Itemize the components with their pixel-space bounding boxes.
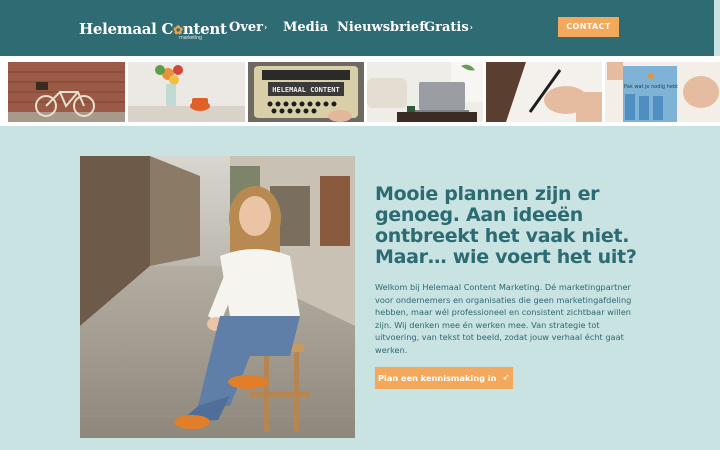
writing-hand-photo (486, 62, 602, 122)
logo-subtitle: marketing (179, 35, 202, 41)
hero-title: Mooie plannen zijn er genoeg. Aan ideeën… (375, 183, 637, 268)
plan-meeting-button[interactable]: Plan een kennismaking in ➶ (375, 367, 513, 389)
bicycle-photo (8, 62, 125, 122)
contact-button[interactable]: CONTACT (558, 17, 619, 37)
typewriter-photo: HELEMAAL CONTENT (248, 62, 364, 122)
nav-item-gratis[interactable]: Gratis› (424, 20, 473, 35)
chevron-down-icon: › (264, 22, 268, 32)
nav-item-media[interactable]: Media (283, 20, 328, 35)
brochure-photo: Pak wat je nodig hebt (605, 62, 720, 122)
nav-item-nieuwsbrief[interactable]: Nieuwsbrief (337, 20, 425, 35)
nav-item-label: Gratis (424, 20, 469, 35)
cta-label: Plan een kennismaking in (378, 373, 497, 383)
typewriter-text: HELEMAAL CONTENT (272, 86, 339, 94)
flowers-phone-photo (128, 62, 245, 122)
nav-item-label: Media (283, 20, 329, 35)
logo[interactable]: Helemaal C✿ntent marketing (79, 20, 227, 41)
laptop-photo (367, 62, 483, 122)
nav-item-label: Nieuwsbrief (337, 20, 425, 35)
hero-photo (80, 156, 355, 438)
logo-text-start: Helemaal C (79, 20, 174, 38)
nav-item-over[interactable]: Over› (229, 20, 267, 35)
paper-plane-icon: ➶ (502, 373, 510, 383)
chevron-down-icon: › (469, 22, 473, 32)
nav-item-label: Over (229, 20, 263, 35)
site-header: Helemaal C✿ntent marketing Over› Media N… (0, 0, 714, 56)
brochure-text: Pak wat je nodig hebt (624, 84, 678, 90)
photo-strip: HELEMAAL CONTENT Pak wat je nodig hebt (0, 56, 720, 126)
hero-intro-text: Welkom bij Helemaal Content Marketing. D… (375, 282, 632, 355)
